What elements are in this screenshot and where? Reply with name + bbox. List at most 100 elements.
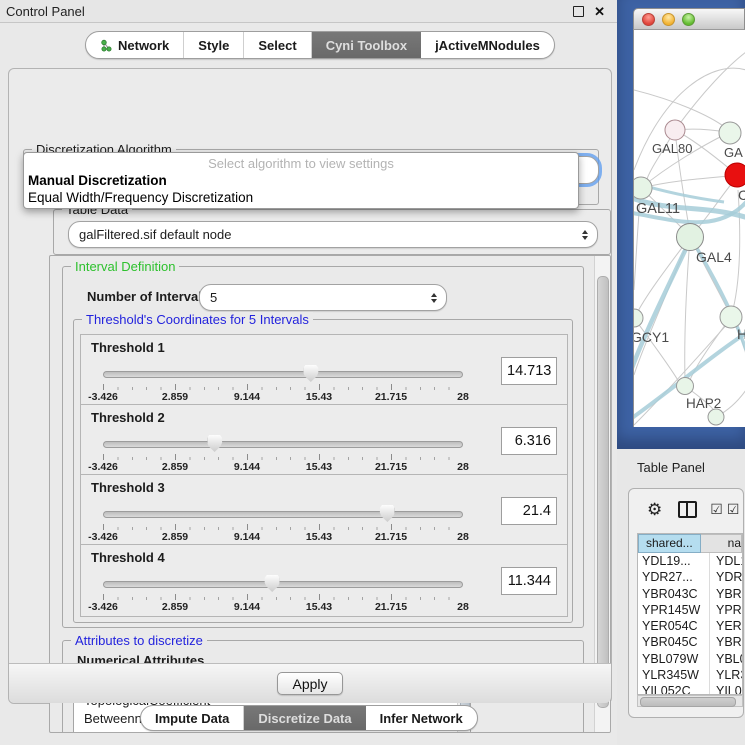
- cell-shared-name[interactable]: YIL052C: [638, 683, 710, 695]
- node-red-selected[interactable]: [725, 163, 745, 187]
- tab-impute-data[interactable]: Impute Data: [141, 706, 244, 730]
- table-row[interactable]: YPR145W YPR1: [638, 602, 742, 618]
- scrollbar-thumb[interactable]: [597, 276, 609, 708]
- option-equal-width-frequency[interactable]: Equal Width/Frequency Discretization: [28, 190, 253, 205]
- gear-icon[interactable]: ⚙: [647, 501, 662, 518]
- close-icon[interactable]: ✕: [594, 5, 605, 18]
- threshold-3-value-field[interactable]: [501, 497, 557, 525]
- checkbox-icon[interactable]: ☑: [727, 502, 740, 516]
- tick-label: 15.43: [306, 601, 332, 613]
- threshold-label: Threshold 3: [91, 480, 165, 495]
- cell-name[interactable]: YLR3: [710, 667, 742, 683]
- node-label-gal4: GAL4: [696, 249, 732, 265]
- cell-shared-name[interactable]: YER054C: [638, 618, 710, 634]
- threshold-2-panel: Threshold 2 -3.426 2.859 9.144 15.43: [80, 404, 568, 477]
- slider-track[interactable]: [103, 371, 463, 378]
- cell-name[interactable]: YBR0: [710, 634, 742, 650]
- cell-shared-name[interactable]: YDR27...: [638, 569, 710, 585]
- cell-shared-name[interactable]: YBL079W: [638, 651, 710, 667]
- table-row[interactable]: YBL079W YBL0: [638, 651, 742, 667]
- node-partial-bottom[interactable]: [708, 409, 724, 425]
- scrollbar-thumb[interactable]: [640, 697, 736, 707]
- apply-button[interactable]: Apply: [277, 672, 343, 695]
- cell-name[interactable]: YBR0: [710, 586, 742, 602]
- tick-label: 28: [457, 531, 469, 543]
- node-hap2[interactable]: [677, 378, 694, 395]
- column-header-name[interactable]: na: [701, 534, 742, 553]
- split-columns-icon[interactable]: [678, 501, 697, 518]
- cell-name[interactable]: YDL1: [710, 553, 742, 569]
- cell-name[interactable]: YER0: [710, 618, 742, 634]
- slider-ticks: [103, 524, 463, 530]
- tick-label: 28: [457, 461, 469, 473]
- node-gcy1[interactable]: [634, 309, 643, 327]
- threshold-1-slider[interactable]: -3.426 2.859 9.144 15.43 21.715 28: [103, 369, 463, 405]
- number-of-intervals-combobox[interactable]: 5: [199, 284, 447, 311]
- cell-shared-name[interactable]: YBR045C: [638, 634, 710, 650]
- tick-label: 2.859: [162, 531, 188, 543]
- node-partial-top-right[interactable]: [719, 122, 741, 144]
- table-horizontal-scrollbar[interactable]: [637, 695, 743, 707]
- slider-thumb[interactable]: [265, 575, 280, 592]
- threshold-1-value-field[interactable]: [501, 357, 557, 385]
- cell-shared-name[interactable]: YBR043C: [638, 586, 710, 602]
- network-nodes[interactable]: [634, 120, 745, 425]
- node-attribute-table[interactable]: shared... na YDL19... YDL1 YDR27... YDR2…: [637, 533, 743, 695]
- slider-thumb[interactable]: [207, 435, 222, 452]
- slider-track[interactable]: [103, 581, 463, 588]
- table-data-combobox[interactable]: galFiltered.sif default node: [68, 221, 598, 248]
- threshold-2-value-field[interactable]: [501, 427, 557, 455]
- threshold-2-slider[interactable]: -3.426 2.859 9.144 15.43 21.715 28: [103, 439, 463, 475]
- table-row[interactable]: YDR27... YDR2: [638, 569, 742, 585]
- column-header-shared-name[interactable]: shared...: [638, 534, 701, 553]
- table-row[interactable]: YDL19... YDL1: [638, 553, 742, 569]
- tick-label: 9.144: [234, 391, 260, 403]
- slider-track[interactable]: [103, 511, 463, 518]
- close-traffic-light-icon[interactable]: [642, 13, 655, 26]
- table-row[interactable]: YBR045C YBR0: [638, 634, 742, 650]
- cell-shared-name[interactable]: YDL19...: [638, 553, 710, 569]
- tab-discretize-data[interactable]: Discretize Data: [244, 706, 365, 730]
- tab-select[interactable]: Select: [244, 32, 311, 58]
- cell-shared-name[interactable]: YLR345W: [638, 667, 710, 683]
- slider-track[interactable]: [103, 441, 463, 448]
- threshold-3-slider[interactable]: -3.426 2.859 9.144 15.43 21.715 28: [103, 509, 463, 545]
- minimize-traffic-light-icon[interactable]: [662, 13, 675, 26]
- tab-network[interactable]: Network: [86, 32, 184, 58]
- node-gal4[interactable]: [677, 224, 704, 251]
- table-data-value: galFiltered.sif default node: [69, 227, 597, 242]
- table-panel-toolbar: ⚙ ☑ ☑: [629, 495, 743, 523]
- cell-shared-name[interactable]: YPR145W: [638, 602, 710, 618]
- tick-label: 9.144: [234, 531, 260, 543]
- node-gal80[interactable]: [665, 120, 685, 140]
- threshold-4-value-field[interactable]: [501, 567, 557, 595]
- table-row[interactable]: YBR043C YBR0: [638, 586, 742, 602]
- node-partial-low-right[interactable]: [720, 306, 742, 328]
- cell-name[interactable]: YBL0: [710, 651, 742, 667]
- settings-scrollbar[interactable]: [594, 256, 610, 732]
- table-row[interactable]: YER054C YER0: [638, 618, 742, 634]
- tab-cyni-toolbox[interactable]: Cyni Toolbox: [312, 32, 421, 58]
- threshold-4-slider[interactable]: -3.426 2.859 9.144 15.43 21.715 28: [103, 579, 463, 615]
- control-panel: Control Panel ✕ Network Style Select Cyn…: [0, 0, 617, 745]
- cell-name[interactable]: YIL0: [710, 683, 742, 695]
- network-window-titlebar[interactable]: [633, 8, 745, 30]
- network-canvas[interactable]: GAL80 GA GAL11 GAL4 GCY1 C H HAP2: [633, 30, 745, 427]
- tab-style[interactable]: Style: [184, 32, 244, 58]
- tab-jactivemnodules[interactable]: jActiveMNodules: [421, 32, 554, 58]
- cell-name[interactable]: YPR1: [710, 602, 742, 618]
- tab-cyni-toolbox-label: Cyni Toolbox: [326, 38, 407, 53]
- float-window-icon[interactable]: [573, 6, 584, 17]
- tab-infer-network[interactable]: Infer Network: [366, 706, 477, 730]
- checkbox-icon[interactable]: ☑: [710, 502, 723, 516]
- table-row[interactable]: YLR345W YLR3: [638, 667, 742, 683]
- node-gal11[interactable]: [634, 177, 652, 199]
- zoom-traffic-light-icon[interactable]: [682, 13, 695, 26]
- table-header-row: shared... na: [638, 534, 742, 553]
- table-row[interactable]: YIL052C YIL0: [638, 683, 742, 695]
- tick-label: 15.43: [306, 531, 332, 543]
- cell-name[interactable]: YDR2: [710, 569, 742, 585]
- slider-thumb[interactable]: [303, 365, 318, 382]
- slider-thumb[interactable]: [380, 505, 395, 522]
- option-manual-discretization[interactable]: Manual Discretization: [28, 173, 167, 188]
